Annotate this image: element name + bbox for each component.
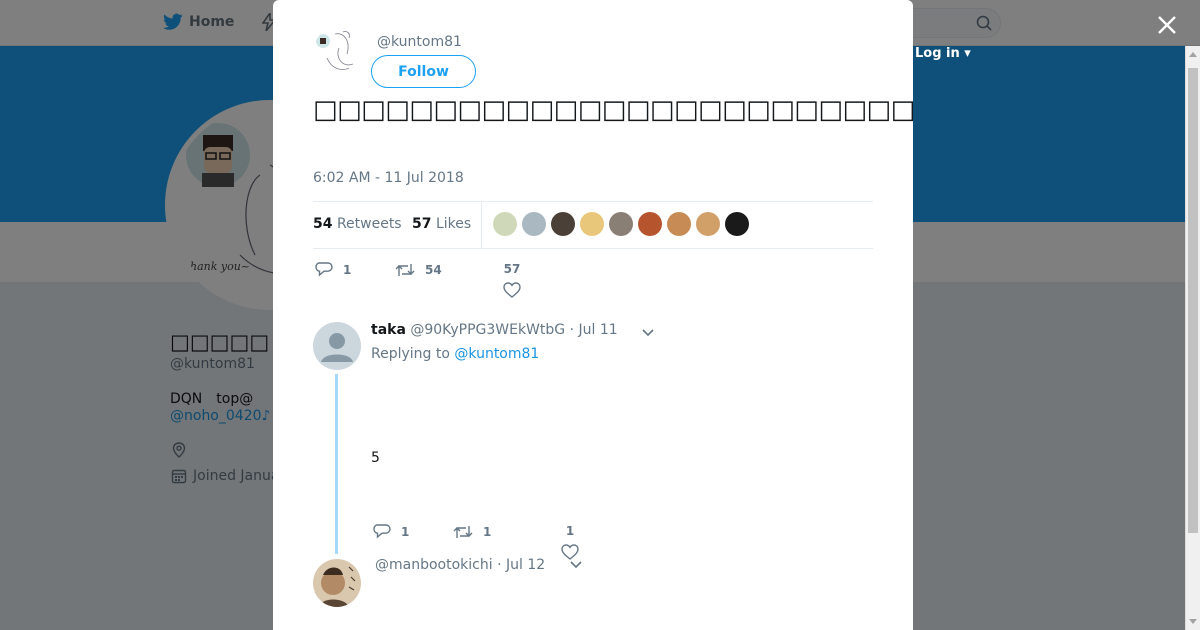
liker-avatar[interactable]	[667, 212, 691, 236]
replying-to-link[interactable]: @kuntom81	[454, 346, 539, 362]
chevron-down-icon[interactable]	[641, 328, 655, 338]
tweet-author-avatar[interactable]	[313, 28, 361, 76]
retweet-icon	[395, 264, 415, 276]
replying-to: Replying to @kuntom81	[371, 346, 539, 362]
reply-icon	[315, 262, 333, 277]
reply-author-handle[interactable]: @manbootokichi	[375, 557, 493, 573]
follow-button[interactable]: Follow	[371, 55, 476, 88]
replying-to-prefix: Replying to	[371, 346, 450, 362]
retweet-count: 54	[425, 263, 442, 277]
avatar-drawing	[316, 31, 354, 70]
reply-like-button[interactable]: 1	[561, 524, 579, 560]
reply-icon	[373, 524, 391, 539]
tweet-stats: 54 Retweets 57 Likes	[313, 201, 873, 249]
portrait-avatar	[313, 559, 361, 607]
tweet-timestamp[interactable]: 6:02 AM - 11 Jul 2018	[313, 170, 464, 186]
reply-date[interactable]: · Jul 11	[570, 322, 618, 338]
stats-divider	[481, 202, 482, 248]
heart-icon	[503, 282, 521, 298]
reply-like-count: 1	[565, 524, 575, 538]
liker-avatar[interactable]	[493, 212, 517, 236]
reply-header: taka @90KyPPG3WEkWtbG · Jul 11	[371, 322, 618, 338]
likes-stat[interactable]: 57 Likes	[412, 216, 471, 232]
liker-avatar[interactable]	[609, 212, 633, 236]
reply-button[interactable]: 1	[315, 262, 351, 278]
reply-retweet-count: 1	[483, 525, 492, 539]
like-button[interactable]: 57	[503, 262, 521, 298]
liker-avatar[interactable]	[522, 212, 546, 236]
like-count: 57	[503, 262, 521, 276]
reply-reply-count: 1	[401, 525, 410, 539]
reply-author-handle[interactable]: @90KyPPG3WEkWtbG	[410, 322, 565, 338]
reply-text: 5	[371, 450, 380, 466]
liker-avatar[interactable]	[696, 212, 720, 236]
tweet-text: □□□□□□□□□□□□□□□□□□□□□□□□□□□□□□□□□□□□□□□□…	[313, 95, 913, 125]
thread-line	[335, 374, 338, 554]
retweets-label: Retweets	[336, 216, 402, 232]
likes-label: Likes	[435, 216, 472, 232]
page-scrollbar[interactable]	[1185, 46, 1200, 630]
liker-avatar[interactable]	[551, 212, 575, 236]
reply-retweet-button[interactable]: 1	[453, 524, 491, 540]
retweets-stat[interactable]: 54 Retweets	[313, 216, 402, 232]
login-link[interactable]: Log in ▾	[915, 46, 971, 61]
reply-tweet[interactable]: taka @90KyPPG3WEkWtbG · Jul 11 Replying …	[313, 322, 873, 560]
heart-icon	[561, 544, 579, 560]
retweet-button[interactable]: 54	[395, 262, 442, 278]
scrollbar-thumb[interactable]	[1188, 68, 1198, 533]
close-icon[interactable]	[1154, 12, 1180, 38]
reply-tweet[interactable]: @manbootokichi · Jul 12	[313, 557, 873, 630]
likes-count: 57	[412, 216, 432, 232]
liker-avatar[interactable]	[580, 212, 604, 236]
tweet-modal: @kuntom81 Follow □□□□□□□□□□□□□□□□□□□□□□□…	[273, 0, 913, 630]
reply-author-avatar[interactable]	[313, 322, 361, 370]
tweet-actions: 1 54 57	[313, 260, 873, 308]
liker-avatar[interactable]	[638, 212, 662, 236]
reply-header: @manbootokichi · Jul 12	[375, 557, 545, 573]
scroll-up-arrow-icon[interactable]	[1189, 52, 1197, 57]
reply-count: 1	[343, 263, 352, 277]
default-avatar-icon	[313, 322, 361, 370]
reply-reply-button[interactable]: 1	[373, 524, 409, 540]
retweets-count: 54	[313, 216, 333, 232]
reply-author-name[interactable]: taka	[371, 322, 406, 338]
reply-author-avatar[interactable]	[313, 559, 361, 607]
likers-avatars	[493, 212, 749, 236]
reply-date[interactable]: · Jul 12	[497, 557, 545, 573]
liker-avatar[interactable]	[725, 212, 749, 236]
retweet-icon	[453, 526, 473, 538]
tweet-author-handle[interactable]: @kuntom81	[377, 34, 462, 50]
chevron-down-icon[interactable]	[569, 560, 583, 570]
scroll-down-arrow-icon[interactable]	[1189, 619, 1197, 624]
